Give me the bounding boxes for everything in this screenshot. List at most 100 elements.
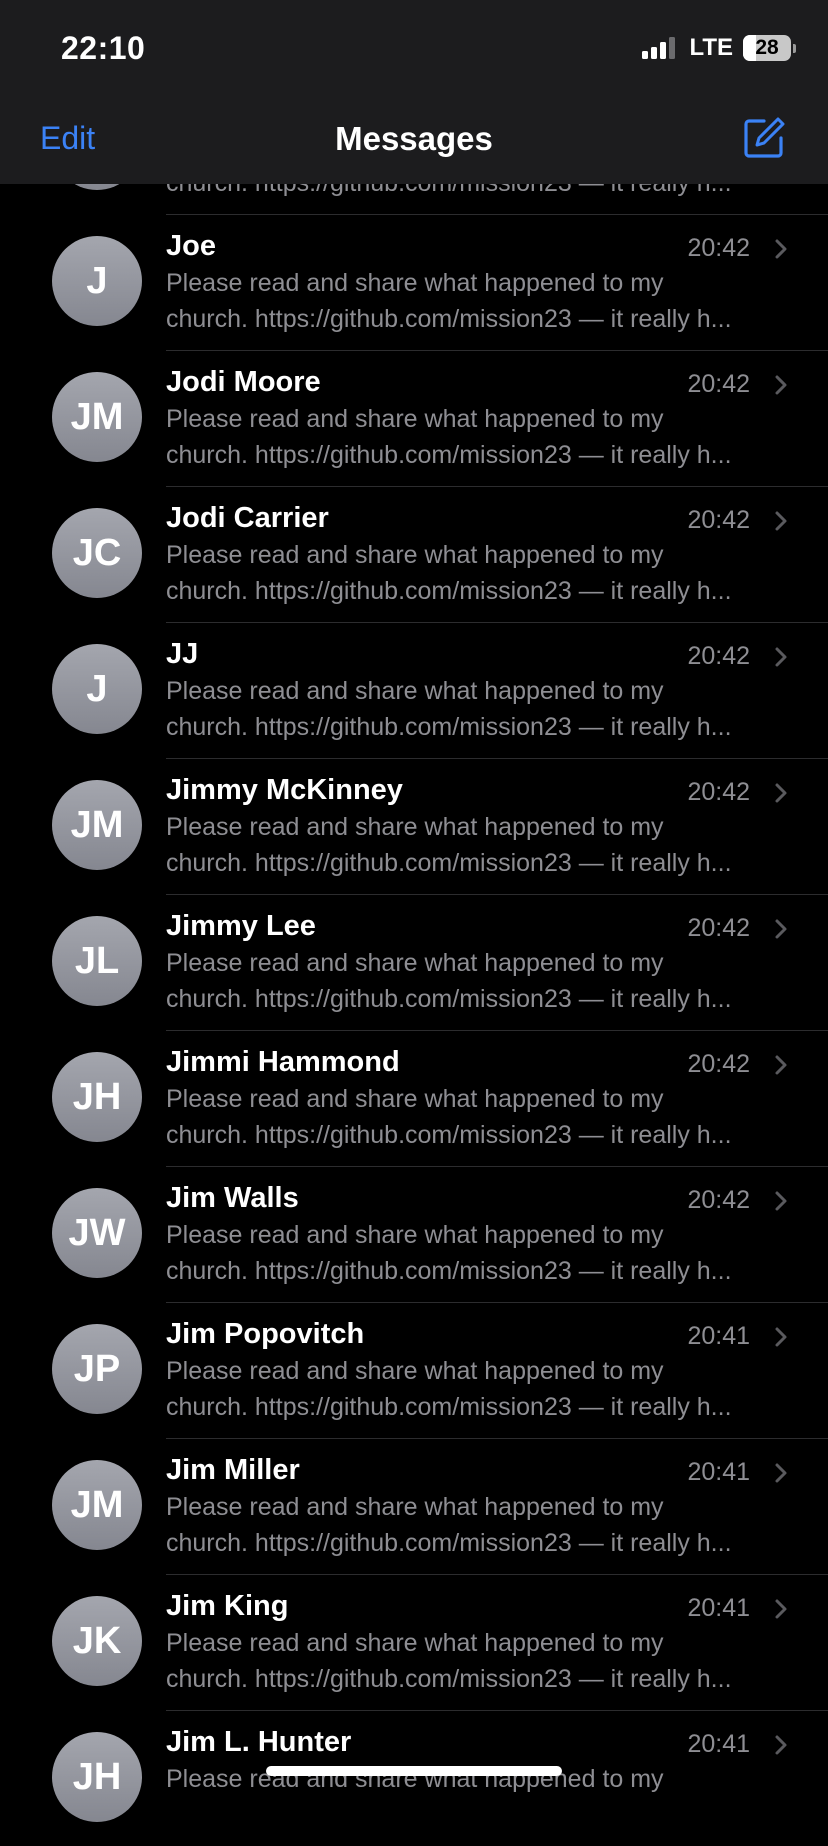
conversation-row[interactable]: J Joe 20:42 Please read and share what h… — [0, 214, 828, 350]
signal-icon — [642, 37, 676, 59]
contact-name: Joe — [166, 230, 216, 262]
conversation-row[interactable]: J JJ 20:42 Please read and share what ha… — [0, 622, 828, 758]
chevron-right-icon — [775, 511, 787, 531]
compose-icon[interactable] — [742, 116, 786, 160]
row-separator — [166, 622, 828, 623]
avatar: JK — [52, 1596, 142, 1686]
message-preview: Please read and share what happened to m… — [166, 1490, 786, 1561]
conversation-row[interactable]: JC Jodi Carrier 20:42 Please read and sh… — [0, 486, 828, 622]
chevron-right-icon — [775, 1327, 787, 1347]
row-separator — [166, 1438, 828, 1439]
conversation-row[interactable]: JM Jim Miller 20:41 Please read and shar… — [0, 1438, 828, 1574]
message-preview: Please read and share what happened to m… — [166, 266, 786, 337]
preview-line-1: Please read and share what happened to m… — [166, 677, 664, 705]
preview-line-2: church. https://github.com/mission23 — i… — [166, 1528, 732, 1557]
contact-name: JJ — [166, 638, 199, 670]
network-type: LTE — [689, 34, 733, 61]
row-separator — [166, 486, 828, 487]
conversation-row[interactable]: JK Jim King 20:41 Please read and share … — [0, 1574, 828, 1710]
home-indicator[interactable] — [266, 1766, 562, 1776]
message-preview: Please read and share what happened to m… — [166, 674, 786, 745]
contact-name: Jimmy McKinney — [166, 774, 403, 806]
avatar: J — [52, 236, 142, 326]
conversation-row[interactable]: JH Jim L. Hunter 20:41 Please read and s… — [0, 1710, 828, 1846]
message-preview: Please read and share what happened to m… — [166, 1626, 786, 1697]
preview-line-2: church. https://github.com/mission23 — i… — [166, 848, 732, 877]
message-preview: Please read and share what happened to m… — [166, 402, 786, 473]
battery-icon: 28 — [743, 35, 791, 61]
preview-line-1: Please read and share what happened to m… — [166, 949, 664, 977]
preview-line-2: church. https://github.com/mission23 — i… — [166, 440, 732, 469]
conversation-row[interactable]: JH Jimmi Hammond 20:42 Please read and s… — [0, 1030, 828, 1166]
chevron-right-icon — [775, 1735, 787, 1755]
chevron-right-icon — [775, 647, 787, 667]
avatar: JW — [52, 1188, 142, 1278]
preview-line-2: church. https://github.com/mission23 — i… — [166, 984, 732, 1013]
message-time: 20:42 — [687, 914, 750, 942]
row-separator — [166, 894, 828, 895]
contact-name: Jim L. Hunter — [166, 1726, 352, 1758]
message-time: 20:42 — [687, 1050, 750, 1078]
avatar: JM — [52, 780, 142, 870]
row-separator — [166, 1166, 828, 1167]
message-time: 20:42 — [687, 778, 750, 806]
contact-name: Jodi Moore — [166, 366, 321, 398]
row-separator — [166, 350, 828, 351]
preview-line-2: church. https://github.com/mission23 — i… — [166, 712, 732, 741]
preview-line-1: Please read and share what happened to m… — [166, 1629, 664, 1657]
preview-line-1: Please read and share what happened to m… — [166, 1221, 664, 1249]
preview-line-1: Please read and share what happened to m… — [166, 1085, 664, 1113]
contact-name: Jim King — [166, 1590, 289, 1622]
conversation-row[interactable]: JM Jimmy McKinney 20:42 Please read and … — [0, 758, 828, 894]
preview-line-1: Please read and share what happened to m… — [166, 541, 664, 569]
battery-tip — [793, 43, 796, 53]
conversation-row[interactable]: JL Jimmy Lee 20:42 Please read and share… — [0, 894, 828, 1030]
preview-line-1: Please read and share what happened to m… — [166, 813, 664, 841]
row-separator — [166, 1574, 828, 1575]
preview-line-1: Please read and share what happened to m… — [166, 269, 664, 297]
preview-line-2: church. https://github.com/mission23 — i… — [166, 1256, 732, 1285]
avatar: JP — [52, 1324, 142, 1414]
chevron-right-icon — [775, 919, 787, 939]
preview-line-2: church. https://github.com/mission23 — i… — [166, 576, 732, 605]
preview-line-1: Please read and share what happened to m… — [166, 1357, 664, 1385]
contact-name: Jodi Carrier — [166, 502, 329, 534]
message-time: 20:42 — [687, 1186, 750, 1214]
chevron-right-icon — [775, 375, 787, 395]
row-separator — [166, 1030, 828, 1031]
preview-line-2: church. https://github.com/mission23 — i… — [166, 1392, 732, 1421]
message-time: 20:41 — [687, 1594, 750, 1622]
avatar: JL — [52, 916, 142, 1006]
contact-name: Jim Popovitch — [166, 1318, 365, 1350]
contact-name: Jimmi Hammond — [166, 1046, 400, 1078]
preview-line-1: Please read and share what happened to m… — [166, 1493, 664, 1521]
preview-line-2: church. https://github.com/mission23 — i… — [166, 1664, 732, 1693]
row-separator — [166, 214, 828, 215]
avatar: JH — [52, 1052, 142, 1142]
preview-line-2: church. https://github.com/mission23 — i… — [166, 304, 732, 333]
conversation-row[interactable]: JW Jim Walls 20:42 Please read and share… — [0, 1166, 828, 1302]
message-preview: Please read and share what happened to m… — [166, 538, 786, 609]
message-time: 20:41 — [687, 1730, 750, 1758]
preview-line-2: church. https://github.com/mission23 — i… — [166, 1120, 732, 1149]
status-indicators: LTE 28 — [642, 34, 796, 62]
chevron-right-icon — [775, 1191, 787, 1211]
chevron-right-icon — [775, 1055, 787, 1075]
contact-name: Jim Miller — [166, 1454, 300, 1486]
message-preview: Please read and share what happened to m… — [166, 946, 786, 1017]
avatar: JC — [52, 508, 142, 598]
status-time: 22:10 — [61, 30, 146, 66]
chevron-right-icon — [775, 239, 787, 259]
message-preview: Please read and share what happened to m… — [166, 1354, 786, 1425]
preview-line-1: Please read and share what happened to m… — [166, 405, 664, 433]
message-time: 20:41 — [687, 1322, 750, 1350]
contact-name: Jim Walls — [166, 1182, 299, 1214]
message-preview: Please read and share what happened to m… — [166, 1082, 786, 1153]
battery-level: 28 — [755, 36, 779, 59]
chevron-right-icon — [775, 1599, 787, 1619]
conversation-row[interactable]: JP Jim Popovitch 20:41 Please read and s… — [0, 1302, 828, 1438]
avatar: JM — [52, 1460, 142, 1550]
conversation-row[interactable]: JM Jodi Moore 20:42 Please read and shar… — [0, 350, 828, 486]
row-separator — [166, 1302, 828, 1303]
avatar: JH — [52, 1732, 142, 1822]
